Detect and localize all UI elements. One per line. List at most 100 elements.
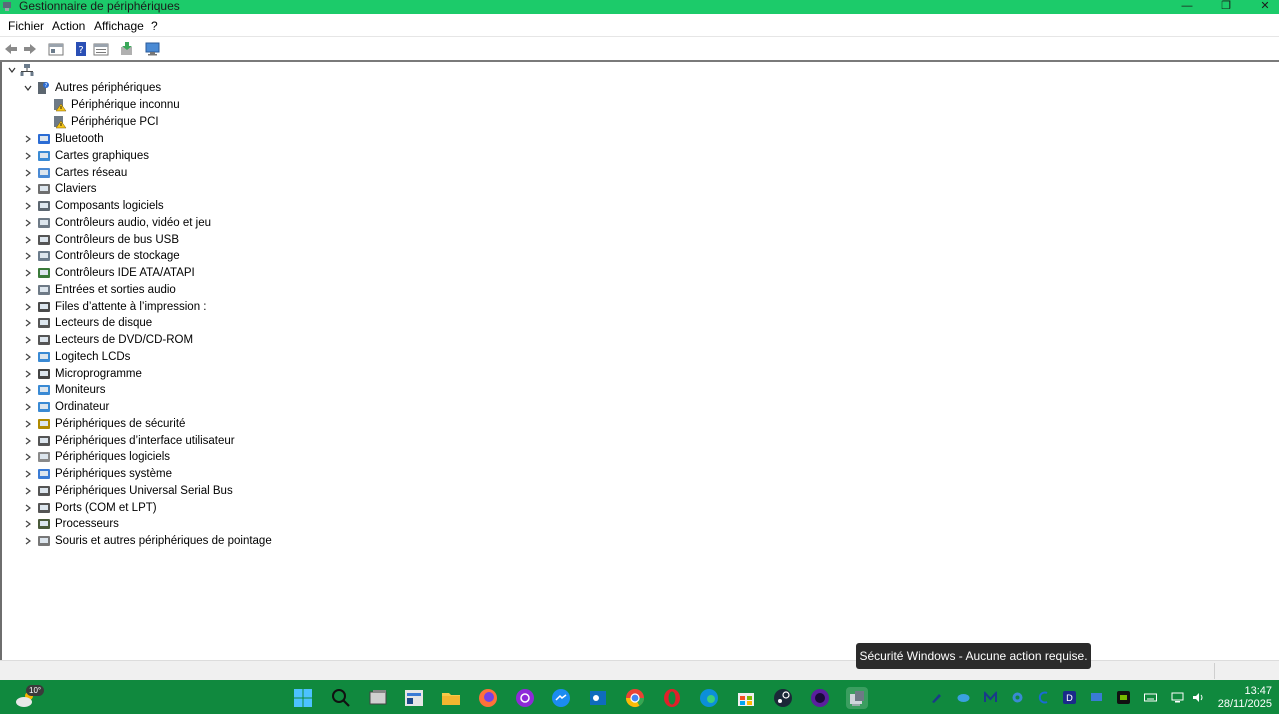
folder-icon[interactable] (440, 687, 462, 709)
tree-item[interactable]: Contrôleurs audio, vidéo et jeu (2, 215, 322, 231)
chevron-right-icon[interactable] (24, 135, 32, 143)
chevron-right-icon[interactable] (24, 152, 32, 160)
circle-app-icon[interactable] (809, 687, 831, 709)
forward-icon[interactable] (22, 41, 38, 57)
firefox-icon[interactable] (477, 687, 499, 709)
chevron-right-icon[interactable] (24, 252, 32, 260)
chevron-right-icon[interactable] (24, 269, 32, 277)
tree-item[interactable]: Lecteurs de disque (2, 315, 322, 331)
tray-d-icon[interactable]: D (1063, 691, 1076, 704)
tree-item[interactable]: Périphériques logiciels (2, 449, 322, 465)
chevron-right-icon[interactable] (24, 336, 32, 344)
tray-keyboard-icon[interactable] (1144, 691, 1157, 704)
chevron-right-icon[interactable] (24, 504, 32, 512)
close-button[interactable]: ✕ (1251, 0, 1279, 13)
chevron-right-icon[interactable] (24, 470, 32, 478)
chevron-right-icon[interactable] (24, 202, 32, 210)
update-driver-icon[interactable] (119, 41, 135, 57)
opera-icon[interactable] (661, 687, 683, 709)
chevron-right-icon[interactable] (24, 403, 32, 411)
chevron-right-icon[interactable] (24, 169, 32, 177)
tray-cloud-icon[interactable] (957, 691, 970, 704)
tray-screen-icon[interactable] (1090, 691, 1103, 704)
chevron-right-icon[interactable] (24, 286, 32, 294)
chevron-right-icon[interactable] (24, 520, 32, 528)
device-manager-icon[interactable] (846, 687, 868, 709)
scan-hardware-icon[interactable] (145, 41, 161, 57)
properties-icon[interactable] (48, 41, 64, 57)
chevron-right-icon[interactable] (24, 219, 32, 227)
tree-item-peripherique-inconnu[interactable]: Périphérique inconnu (2, 97, 302, 113)
maximize-button[interactable]: ❐ (1212, 0, 1240, 13)
messenger-icon[interactable] (550, 687, 572, 709)
tray-nvidia-icon[interactable] (1117, 691, 1130, 704)
chevron-right-icon[interactable] (24, 386, 32, 394)
tree-item[interactable]: Ordinateur (2, 399, 322, 415)
start-icon[interactable] (292, 687, 314, 709)
tree-item[interactable]: Processeurs (2, 516, 322, 532)
chevron-right-icon[interactable] (24, 537, 32, 545)
task-view-icon[interactable] (367, 687, 389, 709)
podcast-icon[interactable] (514, 687, 536, 709)
tree-item[interactable]: Logitech LCDs (2, 349, 322, 365)
chevron-right-icon[interactable] (24, 236, 32, 244)
tree-item[interactable]: Souris et autres périphériques de pointa… (2, 533, 322, 549)
tray-malwarebytes-icon[interactable] (984, 691, 997, 704)
store-icon[interactable] (735, 687, 757, 709)
tree-item[interactable]: Périphériques d’interface utilisateur (2, 433, 322, 449)
tree-item[interactable]: Moniteurs (2, 382, 322, 398)
minimize-button[interactable]: — (1173, 0, 1201, 13)
tree-item[interactable]: Contrôleurs de bus USB (2, 232, 322, 248)
tree-item[interactable]: Périphériques système (2, 466, 322, 482)
tree-item[interactable]: Claviers (2, 181, 322, 197)
tree-root[interactable] (2, 62, 42, 78)
security-notification[interactable]: Sécurité Windows - Aucune action requise… (856, 643, 1091, 669)
tree-item[interactable]: Entrées et sorties audio (2, 282, 322, 298)
chevron-right-icon[interactable] (24, 453, 32, 461)
tree-item[interactable]: Files d’attente à l’impression : (2, 299, 322, 315)
tray-arrow-icon[interactable] (1037, 691, 1050, 704)
chevron-right-icon[interactable] (24, 303, 32, 311)
menu-fichier[interactable]: Fichier (8, 19, 44, 33)
menu-affichage[interactable]: Affichage (94, 19, 144, 33)
tree-item[interactable]: Cartes graphiques (2, 148, 322, 164)
back-icon[interactable] (3, 41, 19, 57)
tree-item[interactable]: Bluetooth (2, 131, 322, 147)
chevron-right-icon[interactable] (24, 319, 32, 327)
chevron-right-icon[interactable] (24, 353, 32, 361)
chevron-down-icon[interactable] (24, 84, 32, 92)
search-icon[interactable] (330, 687, 352, 709)
outlook-icon[interactable] (587, 687, 609, 709)
chevron-down-icon[interactable] (8, 66, 16, 74)
tree-item[interactable]: Périphériques Universal Serial Bus (2, 483, 322, 499)
tree-item[interactable]: Périphériques de sécurité (2, 416, 322, 432)
volume-icon[interactable] (1192, 691, 1205, 704)
edge-icon[interactable] (698, 687, 720, 709)
help-icon[interactable]: ? (73, 41, 89, 57)
chrome-icon[interactable] (624, 687, 646, 709)
tree-item[interactable]: Lecteurs de DVD/CD-ROM (2, 332, 322, 348)
file-manager-icon[interactable] (403, 687, 425, 709)
clock[interactable]: 13:47 28/11/2025 (1212, 685, 1272, 711)
chevron-right-icon[interactable] (24, 370, 32, 378)
tree-item[interactable]: Contrôleurs de stockage (2, 248, 322, 264)
tree-item[interactable]: Composants logiciels (2, 198, 322, 214)
steam-icon[interactable] (772, 687, 794, 709)
weather-widget[interactable]: 10° (15, 685, 45, 708)
view-icon[interactable] (93, 41, 109, 57)
network-icon[interactable] (1171, 691, 1184, 704)
tree-item[interactable]: Microprogramme (2, 366, 322, 382)
chevron-right-icon[interactable] (24, 437, 32, 445)
tree-item[interactable]: Cartes réseau (2, 165, 322, 181)
tray-gear-icon[interactable] (1011, 691, 1024, 704)
chevron-right-icon[interactable] (24, 185, 32, 193)
tree-item[interactable]: Ports (COM et LPT) (2, 500, 322, 516)
chevron-right-icon[interactable] (24, 487, 32, 495)
tray-pen-icon[interactable] (930, 691, 943, 704)
tree-item-peripherique-pci[interactable]: Périphérique PCI (2, 114, 302, 130)
menu-action[interactable]: Action (52, 19, 85, 33)
tree-item[interactable]: Contrôleurs IDE ATA/ATAPI (2, 265, 322, 281)
tree-item-autres-peripheriques[interactable]: ? Autres périphériques (2, 80, 302, 96)
menu-help[interactable]: ? (151, 19, 158, 33)
chevron-right-icon[interactable] (24, 420, 32, 428)
